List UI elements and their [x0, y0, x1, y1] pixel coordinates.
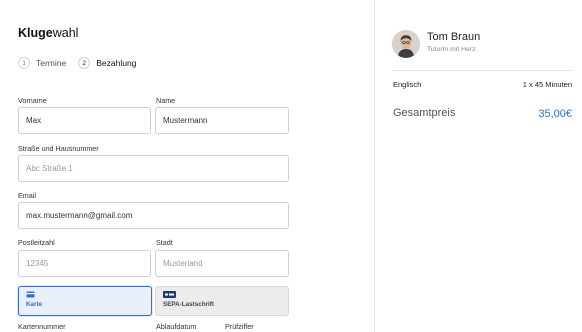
city-field[interactable]: Musterland	[155, 250, 289, 277]
card-number-label: Kartennummer	[18, 322, 66, 331]
street-label: Straße und Hausnummer	[18, 144, 99, 153]
brand-logo-light: wahl	[52, 26, 79, 40]
step-number: 1	[18, 57, 30, 69]
course-language: Englisch	[393, 80, 422, 89]
brand-logo: Klugewahl	[18, 26, 78, 40]
email-label: Email	[18, 191, 36, 200]
payment-tab-label: Karte	[26, 301, 43, 308]
brand-logo-bold: Kluge	[18, 26, 53, 40]
step-termine[interactable]: 1 Termine	[18, 57, 66, 69]
name-field[interactable]: Mustermann	[155, 107, 289, 134]
tutor-avatar	[392, 30, 420, 58]
payment-tab-sepa[interactable]: SEPA-Lastschrift	[155, 286, 289, 316]
tutor-subtitle: TutorIn mit Herz	[427, 46, 476, 53]
step-bezahlung[interactable]: 2 Bezahlung	[78, 57, 136, 69]
plz-label: Postleitzahl	[18, 238, 55, 247]
email-field[interactable]: max.mustermann@gmail.com	[18, 202, 289, 229]
plz-field[interactable]: 12345	[18, 250, 151, 277]
vorname-label: Vorname	[18, 96, 47, 105]
avatar-image	[392, 30, 420, 58]
checkout-steps: 1 Termine 2 Bezahlung	[18, 57, 148, 69]
street-field[interactable]: Abc Straße 1	[18, 155, 289, 182]
credit-card-icon	[26, 291, 35, 298]
payment-tab-card[interactable]: Karte	[18, 286, 152, 316]
expiry-label: Ablaufdatum	[156, 322, 197, 331]
total-price-label: Gesamtpreis	[393, 107, 456, 119]
panel-divider	[374, 0, 375, 332]
summary-divider	[392, 70, 573, 71]
city-label: Stadt	[156, 238, 173, 247]
vorname-field[interactable]: Max	[18, 107, 151, 134]
sepa-icon	[163, 291, 176, 298]
step-label: Termine	[36, 58, 67, 68]
step-label: Bezahlung	[96, 58, 137, 68]
step-number: 2	[78, 57, 91, 69]
cvc-label: Prüfziffer	[225, 322, 254, 331]
total-price-value: 35,00€	[538, 108, 572, 120]
name-label: Name	[156, 96, 176, 105]
tutor-name: Tom Braun	[427, 31, 481, 43]
payment-tab-label: SEPA-Lastschrift	[163, 301, 214, 308]
course-duration: 1 x 45 Minuten	[522, 80, 572, 89]
